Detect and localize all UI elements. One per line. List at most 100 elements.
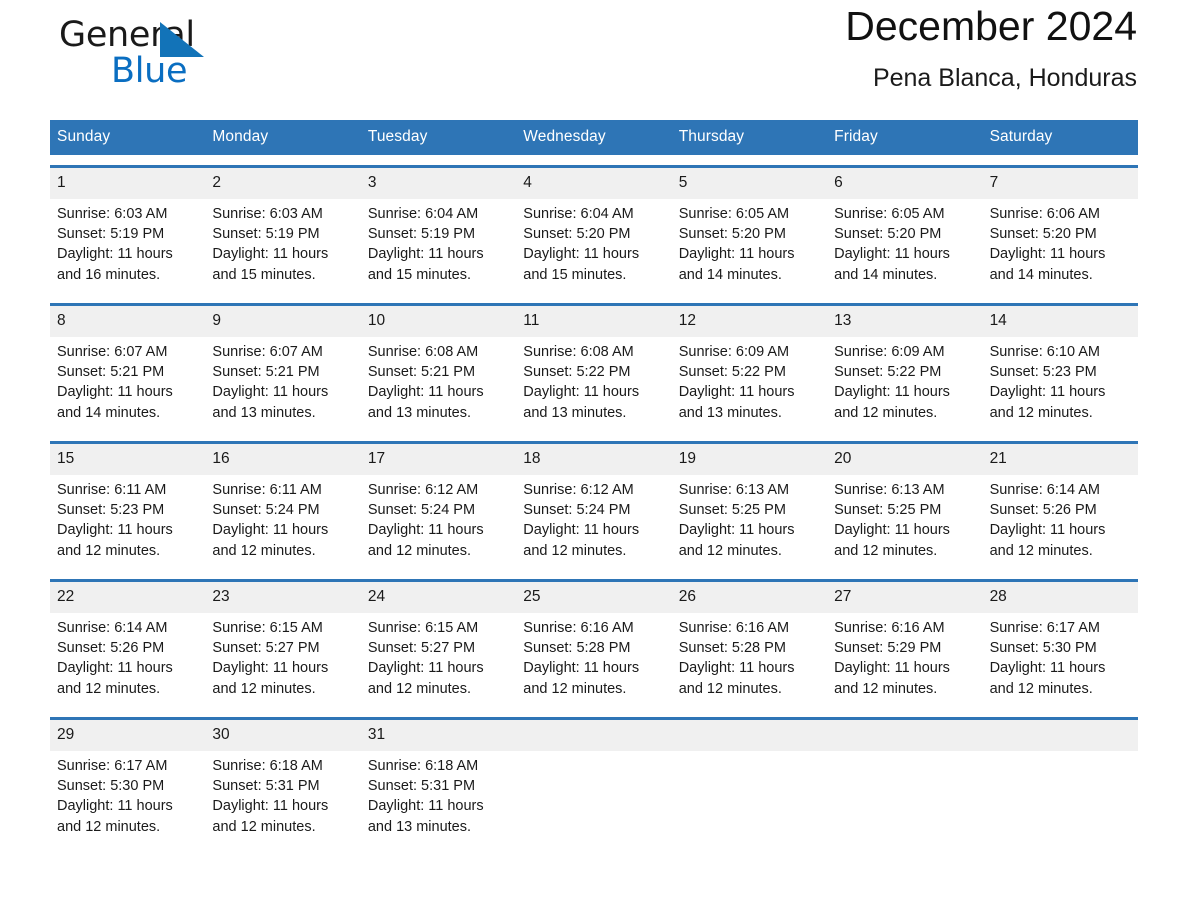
logo-text-blue: Blue [111,51,188,91]
sunrise-text: Sunrise: 6:05 AM [678,206,790,222]
daylight-text-cont: and 12 minutes. [57,542,161,559]
day-number: 20 [834,450,852,467]
day-number: 11 [523,312,540,329]
calendar-week-row: 22 23 24 25 26 27 28 Sunrise: 6:14 AM Su… [50,579,1138,707]
sunrise-text: Sunrise: 6:13 AM [678,482,790,498]
day-number: 23 [212,588,230,605]
weekday-header-saturday: Saturday [989,128,1053,145]
day-cell-empty [672,751,827,845]
sunset-text: Sunset: 5:24 PM [212,502,320,519]
daylight-text: Daylight: 11 hours [212,660,329,677]
sunset-text: Sunset: 5:19 PM [367,226,476,243]
week-daynumber-band: 8 9 10 11 12 13 14 [50,306,1138,337]
general-blue-logo: General Blue [59,16,319,102]
day-number-empty [827,720,982,751]
day-number: 13 [834,312,852,329]
week-detail-row: Sunrise: 6:03 AM Sunset: 5:19 PM Dayligh… [50,199,1138,293]
day-number: 22 [57,588,75,605]
day-cell: Sunrise: 6:04 AM Sunset: 5:20 PM Dayligh… [516,199,671,293]
sunrise-text: Sunrise: 6:12 AM [367,482,479,498]
day-number: 21 [989,450,1007,467]
sunrise-text: Sunrise: 6:09 AM [678,344,790,360]
sunset-text: Sunset: 5:24 PM [523,502,631,519]
day-number: 4 [523,174,532,191]
calendar-week-row: 1 2 3 4 5 6 7 Sunrise: 6:03 AM Sunset: 5… [50,165,1138,293]
sunset-text: Sunset: 5:26 PM [57,640,165,657]
sunrise-text: Sunrise: 6:15 AM [212,620,323,636]
day-number: 6 [834,174,843,191]
sunrise-text: Sunrise: 6:07 AM [57,344,168,360]
daylight-text-cont: and 12 minutes. [523,680,627,697]
sunset-text: Sunset: 5:29 PM [834,640,942,657]
day-cell: Sunrise: 6:13 AM Sunset: 5:25 PM Dayligh… [672,475,827,569]
day-number: 1 [57,174,66,191]
day-number: 10 [367,312,386,329]
day-cell: Sunrise: 6:06 AM Sunset: 5:20 PM Dayligh… [983,199,1138,293]
daylight-text-cont: and 12 minutes. [834,404,938,421]
sunrise-text: Sunrise: 6:17 AM [57,758,168,774]
day-number: 9 [212,312,222,329]
sunset-text: Sunset: 5:25 PM [834,502,942,519]
day-number: 26 [678,588,696,605]
day-cell-empty [516,751,671,845]
calendar-week-row: 8 9 10 11 12 13 14 Sunrise: 6:07 AM Suns… [50,303,1138,431]
daylight-text-cont: and 12 minutes. [523,542,627,559]
day-number: 30 [212,726,230,743]
daylight-text-cont: and 15 minutes. [367,266,472,283]
sunset-text: Sunset: 5:20 PM [523,226,631,243]
daylight-text: Daylight: 11 hours [678,660,795,677]
sunrise-text: Sunrise: 6:16 AM [834,620,945,636]
daylight-text: Daylight: 11 hours [367,798,484,815]
day-cell: Sunrise: 6:08 AM Sunset: 5:22 PM Dayligh… [516,337,671,431]
day-number-empty [983,720,1138,751]
day-number: 7 [989,174,999,191]
daylight-text-cont: and 12 minutes. [989,680,1093,697]
sunrise-text: Sunrise: 6:16 AM [678,620,790,636]
day-cell: Sunrise: 6:09 AM Sunset: 5:22 PM Dayligh… [672,337,827,431]
daylight-text-cont: and 15 minutes. [212,266,316,283]
daylight-text-cont: and 12 minutes. [367,542,472,559]
sunset-text: Sunset: 5:21 PM [367,364,476,381]
day-cell: Sunrise: 6:11 AM Sunset: 5:23 PM Dayligh… [50,475,205,569]
day-number: 8 [57,312,66,329]
day-cell: Sunrise: 6:18 AM Sunset: 5:31 PM Dayligh… [361,751,516,845]
sunset-text: Sunset: 5:23 PM [989,364,1097,381]
day-number: 24 [367,588,386,605]
day-cell: Sunrise: 6:07 AM Sunset: 5:21 PM Dayligh… [50,337,205,431]
daylight-text: Daylight: 11 hours [523,660,640,677]
weekday-header-row: Sunday Monday Tuesday Wednesday Thursday… [50,120,1138,155]
day-number: 3 [367,174,377,191]
daylight-text: Daylight: 11 hours [834,246,950,263]
daylight-text-cont: and 12 minutes. [678,680,782,697]
sunrise-text: Sunrise: 6:08 AM [367,344,479,360]
day-number-empty [672,720,827,751]
day-cell: Sunrise: 6:12 AM Sunset: 5:24 PM Dayligh… [516,475,671,569]
day-number: 14 [989,312,1007,329]
calendar-page: General Blue December 2024 Pena Blanca, … [0,0,1188,918]
weekday-header-friday: Friday [834,128,878,145]
sunrise-text: Sunrise: 6:12 AM [523,482,634,498]
day-cell: Sunrise: 6:10 AM Sunset: 5:23 PM Dayligh… [983,337,1138,431]
sunset-text: Sunset: 5:20 PM [678,226,786,243]
sunset-text: Sunset: 5:21 PM [212,364,320,381]
daylight-text-cont: and 12 minutes. [678,542,782,559]
day-cell: Sunrise: 6:16 AM Sunset: 5:28 PM Dayligh… [672,613,827,707]
daylight-text: Daylight: 11 hours [523,384,640,401]
daylight-text-cont: and 12 minutes. [212,542,316,559]
sunrise-text: Sunrise: 6:03 AM [57,206,168,222]
sunrise-text: Sunrise: 6:11 AM [212,482,322,498]
day-number: 29 [57,726,75,743]
day-number-empty [516,720,671,751]
sunrise-text: Sunrise: 6:04 AM [367,206,479,222]
day-cell: Sunrise: 6:11 AM Sunset: 5:24 PM Dayligh… [205,475,360,569]
sunset-text: Sunset: 5:28 PM [523,640,631,657]
daylight-text: Daylight: 11 hours [367,246,484,263]
daylight-text-cont: and 12 minutes. [834,542,938,559]
day-cell: Sunrise: 6:16 AM Sunset: 5:29 PM Dayligh… [827,613,982,707]
sunset-text: Sunset: 5:23 PM [57,502,165,519]
sunset-text: Sunset: 5:30 PM [57,778,165,795]
day-cell: Sunrise: 6:15 AM Sunset: 5:27 PM Dayligh… [361,613,516,707]
sunset-text: Sunset: 5:19 PM [57,226,165,243]
daylight-text-cont: and 12 minutes. [367,680,472,697]
day-cell: Sunrise: 6:03 AM Sunset: 5:19 PM Dayligh… [50,199,205,293]
